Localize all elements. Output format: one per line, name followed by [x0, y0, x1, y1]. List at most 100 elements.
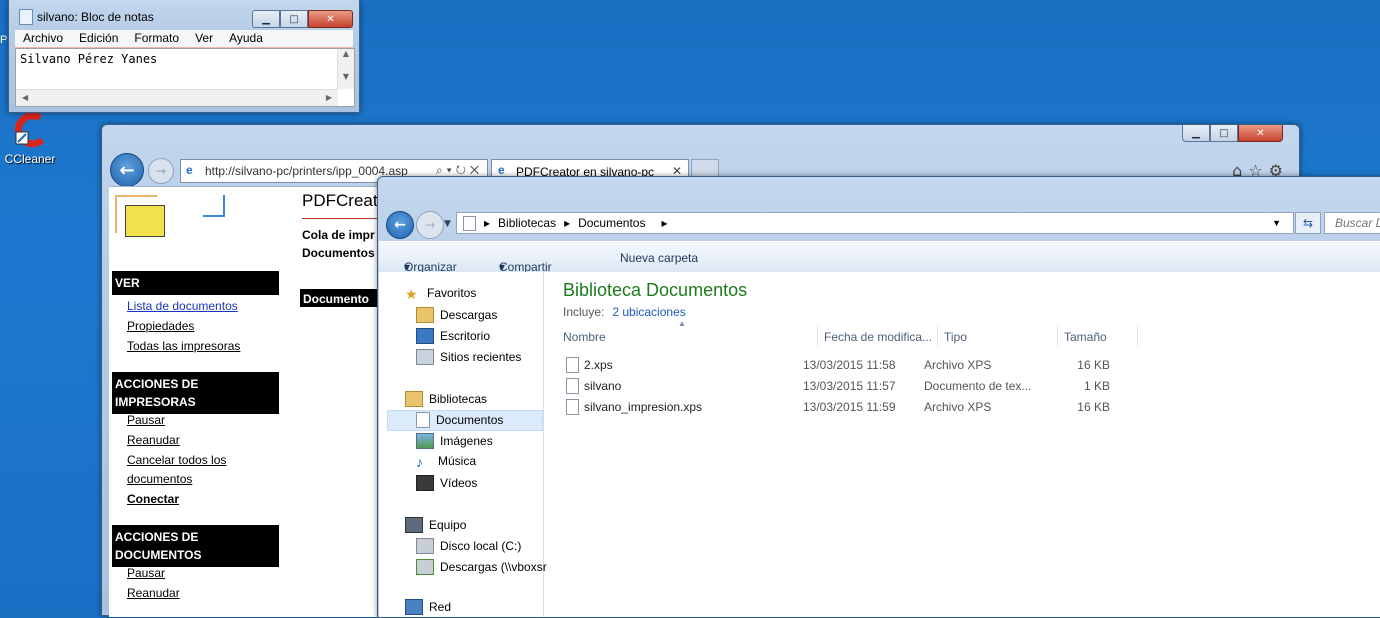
column-label: Tipo: [944, 330, 967, 344]
nav-equipo[interactable]: Equipo: [405, 517, 466, 533]
nav-escritorio[interactable]: Escritorio: [416, 328, 490, 344]
breadcrumb[interactable]: ▸ Bibliotecas ▸ Documentos ▸ ▼: [456, 212, 1294, 234]
horizontal-scrollbar[interactable]: ◀ ▶: [16, 89, 338, 106]
ccleaner-desktop-icon[interactable]: CCleaner: [2, 110, 58, 166]
downloads-folder-icon: [416, 307, 434, 323]
library-icon: [463, 215, 476, 231]
forward-button[interactable]: →: [416, 211, 444, 239]
file-type: Documento de tex...: [924, 379, 1032, 393]
text-editor[interactable]: Silvano Pérez Yanes ▲ ▼ ◀ ▶: [15, 48, 355, 107]
minimize-button[interactable]: ▁: [1182, 125, 1210, 142]
refresh-icon[interactable]: ↻: [456, 163, 470, 177]
queue-label: Cola de impr: [302, 228, 375, 242]
music-icon: ♪: [416, 454, 423, 470]
new-folder-button[interactable]: Nueva carpeta: [620, 251, 698, 265]
search-input[interactable]: Buscar D: [1324, 212, 1380, 234]
pictures-icon: [416, 433, 434, 449]
file-row[interactable]: 2.xps 13/03/2015 11:58 Archivo XPS 16 KB: [564, 355, 1144, 375]
window-title: silvano: Bloc de notas: [37, 10, 154, 24]
link-todas-impresoras[interactable]: Todas las impresoras: [127, 337, 240, 356]
link-conectar[interactable]: Conectar: [127, 490, 179, 509]
search-placeholder: Buscar D: [1335, 216, 1380, 230]
nav-label: Vídeos: [440, 476, 478, 490]
nav-imagenes[interactable]: Imágenes: [416, 433, 493, 449]
minimize-button[interactable]: ▁: [252, 10, 280, 28]
link-pausar-impresora[interactable]: Pausar: [127, 411, 165, 430]
menu-archivo[interactable]: Archivo: [15, 30, 71, 47]
scroll-up-icon[interactable]: ▲: [338, 49, 354, 58]
menu-edicion[interactable]: Edición: [71, 30, 126, 47]
column-fecha[interactable]: Fecha de modifica...: [818, 325, 938, 347]
dropdown-icon[interactable]: ▾: [447, 163, 456, 177]
back-button[interactable]: ←: [386, 211, 414, 239]
menu-ver[interactable]: Ver: [187, 30, 221, 47]
ie-page-icon: e: [186, 163, 193, 177]
close-button[interactable]: ✕: [1238, 125, 1283, 142]
column-nombre[interactable]: Nombre ▲: [557, 319, 818, 347]
file-date: 13/03/2015 11:58: [803, 358, 896, 372]
hard-drive-icon: [416, 538, 434, 554]
menu-bar: Archivo Edición Formato Ver Ayuda: [15, 30, 353, 48]
file-row[interactable]: silvano 13/03/2015 11:57 Documento de te…: [564, 376, 1144, 396]
forward-button[interactable]: →: [148, 158, 174, 184]
nav-videos[interactable]: Vídeos: [416, 475, 477, 491]
file-type: Archivo XPS: [924, 358, 992, 372]
column-label: Fecha de modifica...: [824, 330, 933, 344]
menu-ayuda[interactable]: Ayuda: [221, 30, 271, 47]
nav-sitios-recientes[interactable]: Sitios recientes: [416, 349, 521, 365]
refresh-button[interactable]: ⇆: [1295, 212, 1321, 234]
arrow-left-icon: ←: [394, 217, 406, 233]
maximize-button[interactable]: □: [1210, 125, 1238, 142]
column-tipo[interactable]: Tipo: [938, 325, 1058, 347]
locations-link[interactable]: 2 ubicaciones: [612, 305, 685, 319]
text-file-icon: [566, 378, 579, 394]
maximize-button[interactable]: □: [280, 10, 308, 28]
nav-documentos[interactable]: Documentos: [416, 412, 503, 428]
link-reanudar-impresora[interactable]: Reanudar: [127, 431, 180, 450]
recent-places-icon: [416, 349, 434, 365]
nav-label: Favoritos: [427, 286, 477, 300]
xps-file-icon: [566, 399, 579, 415]
nav-bibliotecas[interactable]: Bibliotecas: [405, 391, 487, 407]
scroll-down-icon[interactable]: ▼: [338, 72, 354, 81]
scroll-left-icon[interactable]: ◀: [22, 93, 28, 102]
file-row[interactable]: silvano_impresion.xps 13/03/2015 11:59 A…: [564, 397, 1144, 417]
nav-descargas-red[interactable]: Descargas (\\vboxsr: [416, 559, 547, 575]
menu-formato[interactable]: Formato: [126, 30, 187, 47]
scroll-right-icon[interactable]: ▶: [326, 93, 332, 102]
nav-label: Bibliotecas: [429, 392, 488, 406]
link-cancelar-todos[interactable]: Cancelar todos los: [127, 451, 226, 470]
link-propiedades[interactable]: Propiedades: [127, 317, 194, 336]
libraries-icon: [405, 391, 423, 407]
stop-icon[interactable]: ✕: [470, 163, 483, 177]
nav-musica[interactable]: ♪ Música: [416, 454, 476, 470]
column-tamano[interactable]: Tamaño: [1058, 325, 1138, 347]
xps-file-icon: [566, 357, 579, 373]
link-lista-documentos[interactable]: Lista de documentos: [127, 297, 238, 316]
nav-label: Disco local (C:): [440, 539, 522, 553]
back-button[interactable]: ←: [110, 153, 144, 187]
command-bar: Organizar ▾ Compartir con ▾ Nueva carpet…: [379, 241, 1380, 288]
arrow-left-icon: ←: [119, 159, 135, 181]
address-dropdown-icon[interactable]: ▼: [1272, 218, 1281, 228]
file-size: 16 KB: [1077, 400, 1110, 414]
link-cancelar-todos-cont[interactable]: documentos: [127, 470, 192, 489]
breadcrumb-bibliotecas[interactable]: Bibliotecas: [498, 216, 556, 230]
editor-content[interactable]: Silvano Pérez Yanes: [20, 52, 157, 66]
recent-pages-dropdown-icon[interactable]: ▼: [444, 219, 451, 229]
link-reanudar-documento[interactable]: Reanudar: [127, 584, 180, 603]
file-name: 2.xps: [584, 358, 613, 372]
file-date: 13/03/2015 11:59: [803, 400, 896, 414]
notepad-icon: [19, 9, 33, 25]
search-icon[interactable]: ⌕: [436, 163, 447, 177]
nav-red[interactable]: Red: [405, 599, 451, 615]
breadcrumb-documentos[interactable]: Documentos: [578, 216, 645, 230]
nav-disco-local[interactable]: Disco local (C:): [416, 538, 521, 554]
link-pausar-documento[interactable]: Pausar: [127, 564, 165, 583]
nav-favoritos[interactable]: ★ Favoritos: [405, 286, 477, 302]
vertical-scrollbar[interactable]: ▲ ▼: [337, 49, 354, 89]
column-label: Nombre: [563, 330, 606, 344]
nav-descargas[interactable]: Descargas: [416, 307, 497, 323]
close-button[interactable]: ✕: [308, 10, 353, 28]
notepad-window: silvano: Bloc de notas ▁ □ ✕ Archivo Edi…: [8, 0, 360, 113]
